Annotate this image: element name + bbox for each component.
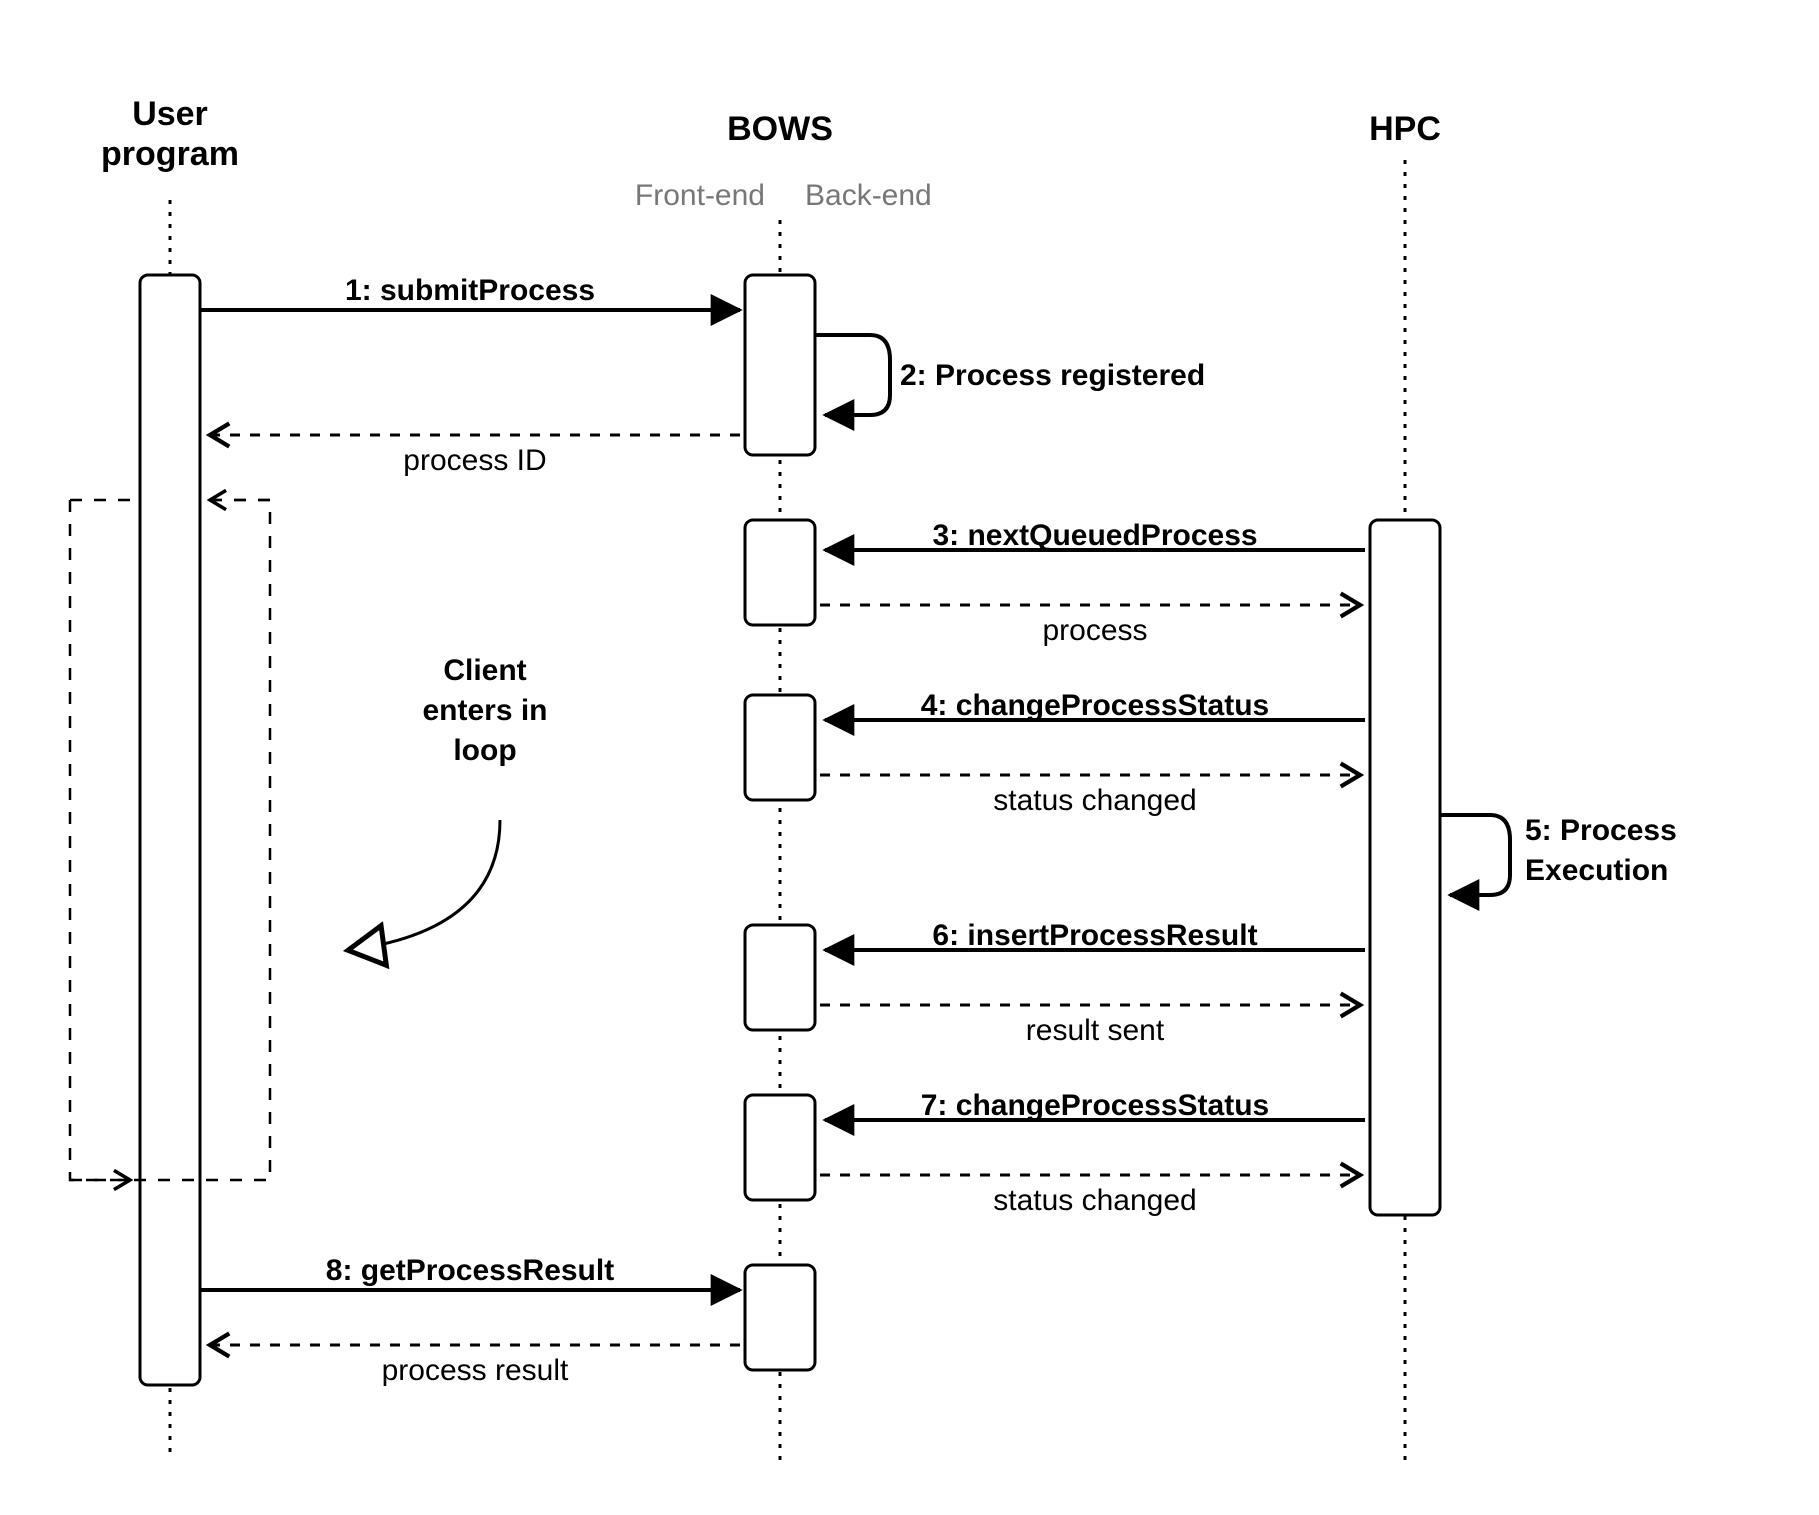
msg-5-label-2: Execution bbox=[1525, 854, 1668, 887]
msg-7-return-label: status changed bbox=[993, 1184, 1196, 1217]
msg-4-return-label: status changed bbox=[993, 784, 1196, 817]
msg-7-label: 7: changeProcessStatus bbox=[921, 1089, 1269, 1122]
msg-6-label: 6: insertProcessResult bbox=[932, 919, 1257, 952]
loop-annotation-2: enters in bbox=[422, 694, 547, 727]
activation-bows-1 bbox=[745, 275, 815, 455]
activation-bows-4 bbox=[745, 925, 815, 1030]
msg-2-label: 2: Process registered bbox=[900, 359, 1205, 392]
activation-user-main bbox=[140, 275, 200, 1385]
bows-frontend-label: Front-end bbox=[635, 179, 765, 212]
msg-8-return-label: process result bbox=[382, 1354, 569, 1387]
activation-bows-6 bbox=[745, 1265, 815, 1370]
bows-backend-label: Back-end bbox=[805, 179, 932, 212]
msg-2-self bbox=[815, 335, 890, 415]
msg-5-label-1: 5: Process bbox=[1525, 814, 1677, 847]
msg-6-return-label: result sent bbox=[1026, 1014, 1165, 1047]
msg-4-label: 4: changeProcessStatus bbox=[921, 689, 1269, 722]
activation-bows-2 bbox=[745, 520, 815, 625]
participant-user-title-2: program bbox=[101, 135, 239, 173]
participant-hpc-title: HPC bbox=[1369, 110, 1441, 148]
msg-1-return-label: process ID bbox=[403, 444, 546, 477]
participant-user-title-1: User bbox=[132, 95, 208, 133]
msg-1-label: 1: submitProcess bbox=[345, 274, 595, 307]
msg-8-label: 8: getProcessResult bbox=[326, 1254, 614, 1287]
loop-annotation-3: loop bbox=[453, 734, 516, 767]
activation-hpc bbox=[1370, 520, 1440, 1215]
msg-3-return-label: process bbox=[1042, 614, 1147, 647]
loop-annotation-1: Client bbox=[443, 654, 526, 687]
msg-3-label: 3: nextQueuedProcess bbox=[932, 519, 1257, 552]
msg-5-self bbox=[1440, 815, 1510, 895]
participant-bows-title: BOWS bbox=[727, 110, 833, 148]
sequence-diagram: User program BOWS Front-end Back-end HPC… bbox=[0, 0, 1819, 1515]
activation-bows-5 bbox=[745, 1095, 815, 1200]
loop-annotation-arrow bbox=[350, 820, 500, 950]
activation-bows-3 bbox=[745, 695, 815, 800]
